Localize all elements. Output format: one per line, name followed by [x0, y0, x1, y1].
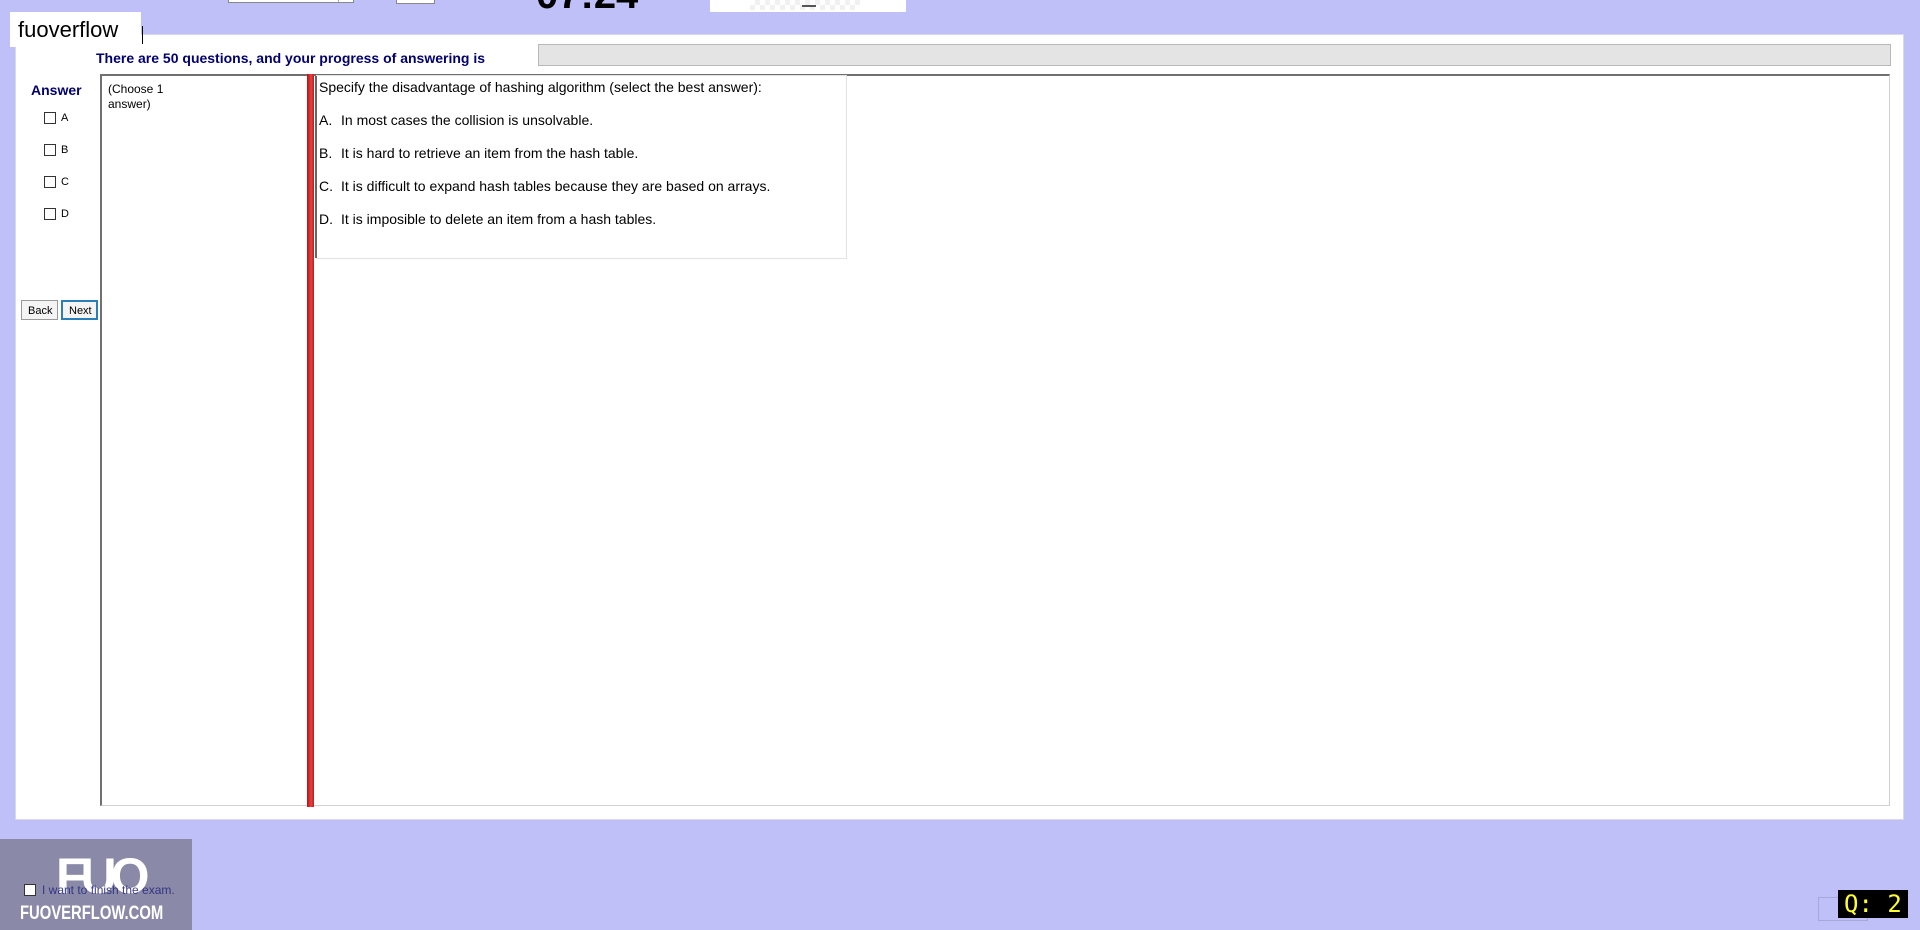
question-option-a: A. In most cases the collision is unsolva…	[319, 112, 593, 128]
answer-option-a[interactable]: A	[44, 110, 68, 126]
question-option-letter: B.	[319, 145, 333, 161]
timer-display: 07:24	[536, 0, 638, 10]
question-option-c: C. It is difficult to expand hash tables …	[319, 178, 770, 194]
question-option-text: It is difficult to expand hash tables be…	[341, 178, 771, 194]
answer-label-a: A	[61, 112, 69, 124]
question-option-d: D. It is imposible to delete an item from…	[319, 211, 656, 227]
choose-instruction: (Choose 1 answer)	[108, 82, 164, 111]
answer-option-d[interactable]: D	[44, 206, 69, 222]
answer-checkbox-b[interactable]	[44, 144, 56, 156]
text-caret	[142, 26, 143, 44]
logo-text: FUOVERFLOW.COM	[20, 903, 164, 924]
question-image: Specify the disadvantage of hashing algo…	[315, 75, 847, 259]
answer-label-c: C	[61, 176, 69, 188]
question-option-letter: C.	[319, 178, 333, 194]
answer-checkbox-d[interactable]	[44, 208, 56, 220]
answer-title: Answer	[31, 82, 82, 98]
question-option-text: It is hard to retrieve an item from the …	[341, 145, 639, 161]
top-image	[710, 0, 906, 12]
question-option-text: It is imposible to delete an item from a…	[341, 211, 657, 227]
back-button[interactable]: Back	[21, 300, 58, 320]
next-button[interactable]: Next	[61, 300, 98, 320]
site-label-text: fuoverflow	[18, 17, 119, 42]
top-small-button[interactable]	[396, 0, 435, 4]
question-option-letter: D.	[319, 211, 333, 227]
question-counter: Q: 2	[1838, 890, 1908, 918]
answer-label-d: D	[61, 208, 69, 220]
finish-exam-option[interactable]: I want to finish the exam.	[24, 883, 175, 897]
progress-text: There are 50 questions, and your progres…	[96, 50, 485, 66]
answer-checkbox-c[interactable]	[44, 176, 56, 188]
answer-option-c[interactable]: C	[44, 174, 69, 190]
finish-exam-checkbox[interactable]	[24, 884, 36, 896]
question-option-text: In most cases the collision is unsolvabl…	[341, 112, 594, 128]
answer-checkbox-a[interactable]	[44, 112, 56, 124]
question-option-letter: A.	[319, 112, 333, 128]
answer-label-b: B	[61, 144, 69, 156]
question-text: Specify the disadvantage of hashing algo…	[319, 79, 762, 95]
progress-bar	[538, 44, 1891, 66]
answer-option-b[interactable]: B	[44, 142, 68, 158]
site-label: fuoverflow	[10, 12, 143, 47]
top-search-input[interactable]	[228, 0, 354, 3]
finish-exam-label: I want to finish the exam.	[42, 883, 175, 897]
pane-splitter[interactable]	[307, 74, 314, 807]
question-option-b: B. It is hard to retrieve an item from th…	[319, 145, 638, 161]
top-dropdown-button[interactable]	[338, 0, 353, 2]
